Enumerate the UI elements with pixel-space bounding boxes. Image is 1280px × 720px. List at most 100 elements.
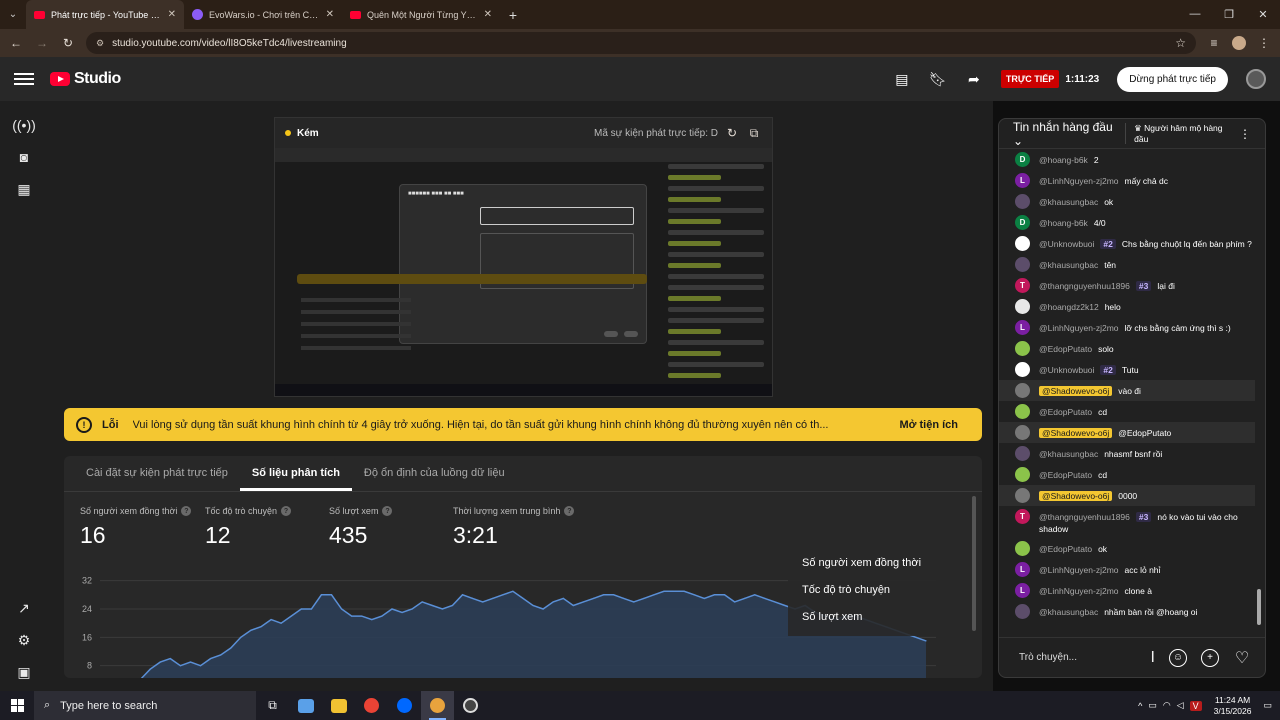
taskbar-search[interactable]: ⌕ Type here to search xyxy=(34,691,256,720)
open-tools-button[interactable]: Mở tiện ích xyxy=(887,419,970,431)
restore-icon[interactable]: ❐ xyxy=(1212,8,1246,21)
chat-avatar[interactable] xyxy=(1015,383,1030,398)
chat-message[interactable]: T @thangnguyenhuu1896 #3 nó ko vào tui vào … xyxy=(999,506,1255,538)
media-control-icon[interactable]: ≡ xyxy=(1206,36,1222,50)
help-icon[interactable]: ? xyxy=(281,506,292,516)
camera-icon[interactable]: ◙ xyxy=(15,148,33,166)
channel-avatar[interactable] xyxy=(1246,69,1266,89)
add-icon[interactable]: + xyxy=(1201,648,1219,667)
chat-message[interactable]: @Unknowbuoi #2 Chs bằng chuột lq đến bàn p… xyxy=(999,233,1255,254)
chat-message[interactable]: @khausungbac ok xyxy=(999,191,1255,212)
chat-avatar[interactable]: L xyxy=(1015,562,1030,577)
chat-avatar[interactable] xyxy=(1015,236,1030,251)
chat-message[interactable]: T @thangnguyenhuu1896 #3 lại đi xyxy=(999,275,1255,296)
settings-gear-icon[interactable]: ⚙ xyxy=(15,631,33,649)
stream-icon[interactable]: ((•)) xyxy=(12,116,36,134)
app-tray-icon[interactable]: V xyxy=(1189,700,1202,711)
chat-message[interactable]: D @hoang-b6k 4/0 xyxy=(999,212,1255,233)
refresh-icon[interactable]: ↻ xyxy=(724,126,740,140)
chat-avatar[interactable] xyxy=(1015,425,1030,440)
start-button[interactable] xyxy=(0,699,34,712)
chat-avatar[interactable] xyxy=(1015,257,1030,272)
tab-close-icon[interactable]: ✕ xyxy=(326,9,334,20)
chat-message[interactable]: @EdopPutato ok xyxy=(999,538,1255,559)
chat-author[interactable]: @EdopPutato xyxy=(1039,407,1092,417)
notifications-icon[interactable]: ▭ xyxy=(1263,700,1272,711)
chat-author[interactable]: @hoangdz2k12 xyxy=(1039,302,1099,312)
new-tab-icon[interactable]: + xyxy=(500,7,526,23)
emoji-icon[interactable]: ☺ xyxy=(1169,648,1187,667)
zalo-icon[interactable] xyxy=(388,691,421,720)
chat-author[interactable]: @khausungbac xyxy=(1039,197,1098,207)
bookmark-star-icon[interactable]: ☆ xyxy=(1175,36,1186,50)
tab-close-icon[interactable]: ✕ xyxy=(168,9,176,20)
tab-stream-health[interactable]: Độ ổn định của luồng dữ liệu xyxy=(352,456,517,491)
chat-author[interactable]: @thangnguyenhuu1896 xyxy=(1039,512,1130,522)
clock[interactable]: 11:24 AM 3/15/2026 xyxy=(1214,695,1252,717)
chat-message[interactable]: @khausungbac nhasmf bsnf rồi xyxy=(999,443,1255,464)
tray-chevron-icon[interactable]: ^ xyxy=(1138,701,1142,711)
chat-message[interactable]: @Unknowbuoi #2 Tutu xyxy=(999,359,1255,380)
chat-message[interactable]: @Shadowevo-o6j 0000 xyxy=(999,485,1255,506)
back-icon[interactable]: ← xyxy=(8,36,24,50)
stop-stream-button[interactable]: Dừng phát trực tiếp xyxy=(1117,66,1228,92)
browser-tab-music[interactable]: Quên Một Người Từng Yêu (Tu ✕ xyxy=(342,0,500,29)
chat-author[interactable]: @hoang-b6k xyxy=(1039,218,1088,228)
chat-avatar[interactable]: D xyxy=(1015,152,1030,167)
chat-author[interactable]: @LinhNguyen-zj2mo xyxy=(1039,586,1119,596)
chat-author[interactable]: @Unknowbuoi xyxy=(1039,239,1094,249)
chat-avatar[interactable]: L xyxy=(1015,173,1030,188)
share-icon[interactable]: ➦ xyxy=(965,70,983,88)
legend-chat-rate[interactable]: Tốc độ trò chuyện xyxy=(802,584,890,596)
chat-message[interactable]: @EdopPutato solo xyxy=(999,338,1255,359)
top-fans-filter[interactable]: ♛ Người hâm mộ hàng đầu xyxy=(1125,123,1229,144)
chat-avatar[interactable] xyxy=(1015,604,1030,619)
help-icon[interactable]: ? xyxy=(382,506,393,516)
chat-message[interactable]: D @hoang-b6k 2 xyxy=(999,149,1255,170)
forward-icon[interactable]: → xyxy=(34,36,50,50)
chat-avatar[interactable] xyxy=(1015,446,1030,461)
site-info-icon[interactable]: ⚙ xyxy=(96,38,104,49)
chat-message[interactable]: @Shadowevo-o6j vào đi xyxy=(999,380,1255,401)
tab-event-settings[interactable]: Cài đặt sự kiện phát trực tiếp xyxy=(74,456,240,491)
legend-views[interactable]: Số lượt xem xyxy=(802,611,862,623)
chat-avatar[interactable] xyxy=(1015,341,1030,356)
url-field[interactable]: ⚙ studio.youtube.com/video/lI8O5keTdc4/l… xyxy=(86,32,1196,54)
chat-avatar[interactable] xyxy=(1015,467,1030,482)
chat-author[interactable]: @khausungbac xyxy=(1039,260,1098,270)
more-options-icon[interactable]: ⋮ xyxy=(1239,127,1251,141)
chat-avatar[interactable] xyxy=(1015,404,1030,419)
panel-scrollbar[interactable] xyxy=(972,496,976,631)
chat-author[interactable]: @Shadowevo-o6j xyxy=(1039,491,1113,501)
browser-tab-evowars[interactable]: EvoWars.io - Chơi trên Crazy ✕ xyxy=(184,0,342,29)
help-icon[interactable]: ? xyxy=(181,506,192,516)
bookmark-icon[interactable]: 🔖︎ xyxy=(929,70,947,88)
widgets-icon[interactable] xyxy=(289,691,322,720)
chat-message[interactable]: L @LinhNguyen-zj2mo clone à xyxy=(999,580,1255,601)
chat-author[interactable]: @EdopPutato xyxy=(1039,544,1092,554)
profile-avatar[interactable] xyxy=(1232,36,1246,50)
chat-message[interactable]: @hoangdz2k12 helo xyxy=(999,296,1255,317)
chat-author[interactable]: @khausungbac xyxy=(1039,449,1098,459)
studio-logo[interactable]: Studio xyxy=(50,70,121,88)
task-view-icon[interactable]: ⧉ xyxy=(256,691,289,720)
wifi-icon[interactable]: ◠ xyxy=(1163,700,1171,711)
chat-avatar[interactable] xyxy=(1015,488,1030,503)
chat-avatar[interactable] xyxy=(1015,194,1030,209)
chat-message[interactable]: @EdopPutato cd xyxy=(999,401,1255,422)
chat-author[interactable]: @Shadowevo-o6j xyxy=(1039,386,1113,396)
chat-message[interactable]: L @LinhNguyen-zj2mo acc lỏ nhỉ xyxy=(999,559,1255,580)
volume-icon[interactable]: ◁ xyxy=(1177,700,1184,711)
chat-author[interactable]: @hoang-b6k xyxy=(1039,155,1088,165)
chat-avatar[interactable] xyxy=(1015,299,1030,314)
chat-author[interactable]: @EdopPutato xyxy=(1039,344,1092,354)
chrome-icon[interactable] xyxy=(355,691,388,720)
chat-avatar[interactable] xyxy=(1015,362,1030,377)
chat-message[interactable]: @khausungbac tên xyxy=(999,254,1255,275)
stream-preview[interactable]: Kém Mã sự kiện phát trực tiếp: D ↻ ⧉ ■■■… xyxy=(274,117,773,397)
file-explorer-icon[interactable] xyxy=(322,691,355,720)
chat-message[interactable]: @Shadowevo-o6j @EdopPutato xyxy=(999,422,1255,443)
menu-icon[interactable] xyxy=(14,73,34,85)
chat-avatar[interactable]: T xyxy=(1015,278,1030,293)
chat-avatar[interactable]: L xyxy=(1015,320,1030,335)
